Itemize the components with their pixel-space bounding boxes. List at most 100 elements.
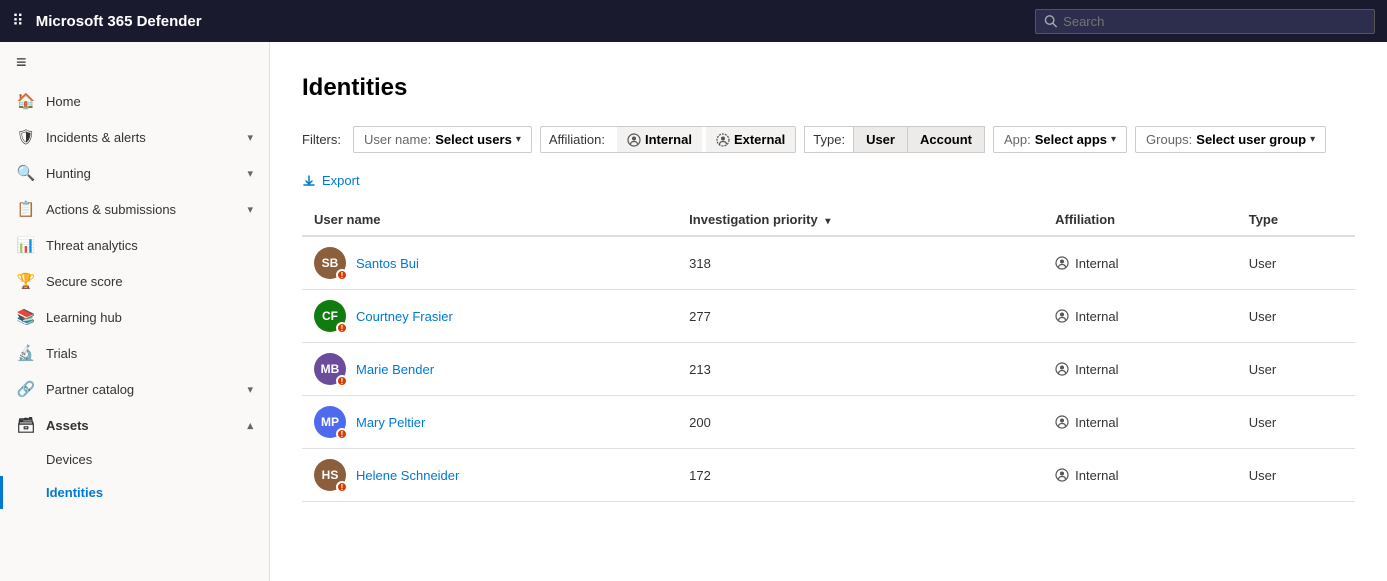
avatar: MP ! [314, 406, 346, 438]
cell-username: HS ! Helene Schneider [302, 449, 677, 502]
col-username: User name [302, 204, 677, 236]
sidebar: ≡ 🏠 Home 🛡 Incidents & alerts ▾ 🔍 Huntin… [0, 42, 270, 581]
type-account-btn[interactable]: Account [907, 126, 985, 153]
export-row: Export [302, 169, 1355, 192]
avatar: MB ! [314, 353, 346, 385]
user-name-link[interactable]: Helene Schneider [356, 468, 459, 483]
affiliation-cell: Internal [1055, 362, 1225, 377]
sidebar-label-learning: Learning hub [46, 310, 253, 325]
chevron-down-icon: ▾ [247, 383, 253, 396]
internal-icon [627, 133, 641, 147]
user-cell: CF ! Courtney Frasier [314, 300, 665, 332]
threat-icon: 📊 [16, 236, 36, 254]
internal-affiliation-icon [1055, 362, 1069, 376]
app-filter-label: App: [1004, 132, 1031, 147]
cell-username: SB ! Santos Bui [302, 236, 677, 290]
cell-affiliation: Internal [1043, 343, 1237, 396]
table-row[interactable]: SB ! Santos Bui 318 Internal User [302, 236, 1355, 290]
affiliation-cell: Internal [1055, 415, 1225, 430]
sidebar-item-home[interactable]: 🏠 Home [0, 83, 269, 119]
groups-filter[interactable]: Groups: Select user group ▾ [1135, 126, 1326, 153]
sidebar-item-identities[interactable]: Identities [0, 476, 269, 509]
affiliation-internal-toggle[interactable]: Internal [617, 127, 702, 152]
sidebar-label-incidents: Incidents & alerts [46, 130, 237, 145]
sidebar-item-assets[interactable]: 🗃 Assets ▴ [0, 407, 269, 443]
cell-username: MB ! Marie Bender [302, 343, 677, 396]
username-filter-label: User name: [364, 132, 431, 147]
cell-priority: 200 [677, 396, 1043, 449]
affiliation-value: Internal [1075, 309, 1118, 324]
table-row[interactable]: MP ! Mary Peltier 200 Internal User [302, 396, 1355, 449]
cell-priority: 277 [677, 290, 1043, 343]
cell-priority: 213 [677, 343, 1043, 396]
sidebar-item-actions[interactable]: 📋 Actions & submissions ▾ [0, 191, 269, 227]
alert-badge: ! [336, 375, 348, 387]
avatar: HS ! [314, 459, 346, 491]
type-user-btn[interactable]: User [853, 126, 907, 153]
sidebar-item-incidents[interactable]: 🛡 Incidents & alerts ▾ [0, 119, 269, 155]
partner-icon: 🔗 [16, 380, 36, 398]
learning-icon: 📚 [16, 308, 36, 326]
user-cell: HS ! Helene Schneider [314, 459, 665, 491]
sidebar-label-trials: Trials [46, 346, 253, 361]
groups-filter-label: Groups: [1146, 132, 1192, 147]
user-cell: SB ! Santos Bui [314, 247, 665, 279]
col-type: Type [1237, 204, 1355, 236]
cell-affiliation: Internal [1043, 236, 1237, 290]
grid-icon[interactable]: ⠿ [12, 11, 24, 31]
user-name-link[interactable]: Marie Bender [356, 362, 434, 377]
avatar: SB ! [314, 247, 346, 279]
sidebar-item-devices[interactable]: Devices [0, 443, 269, 476]
table-row[interactable]: CF ! Courtney Frasier 277 Internal User [302, 290, 1355, 343]
cell-username: CF ! Courtney Frasier [302, 290, 677, 343]
table-row[interactable]: MB ! Marie Bender 213 Internal User [302, 343, 1355, 396]
affiliation-external-label: External [734, 132, 785, 147]
username-filter[interactable]: User name: Select users ▾ [353, 126, 532, 153]
affiliation-internal-label: Internal [645, 132, 692, 147]
cell-type: User [1237, 343, 1355, 396]
internal-affiliation-icon [1055, 415, 1069, 429]
user-name-link[interactable]: Mary Peltier [356, 415, 425, 430]
alert-badge: ! [336, 428, 348, 440]
export-button[interactable]: Export [302, 169, 360, 192]
search-box[interactable] [1035, 9, 1375, 34]
shield-icon: 🛡 [16, 128, 36, 146]
home-icon: 🏠 [16, 92, 36, 110]
export-label: Export [322, 173, 360, 188]
sidebar-label-hunting: Hunting [46, 166, 237, 181]
app-filter[interactable]: App: Select apps ▾ [993, 126, 1127, 153]
sidebar-label-partner: Partner catalog [46, 382, 237, 397]
affiliation-value: Internal [1075, 256, 1118, 271]
cell-username: MP ! Mary Peltier [302, 396, 677, 449]
user-name-link[interactable]: Santos Bui [356, 256, 419, 271]
app-layout: ≡ 🏠 Home 🛡 Incidents & alerts ▾ 🔍 Huntin… [0, 42, 1387, 581]
sidebar-toggle[interactable]: ≡ [0, 42, 269, 83]
groups-filter-value: Select user group [1196, 132, 1306, 147]
internal-affiliation-icon [1055, 256, 1069, 270]
affiliation-label: Affiliation: [541, 127, 613, 152]
affiliation-external-toggle[interactable]: External [706, 127, 795, 152]
app-filter-value: Select apps [1035, 132, 1107, 147]
sidebar-item-trials[interactable]: 🔬 Trials [0, 335, 269, 371]
sidebar-label-home: Home [46, 94, 253, 109]
user-cell: MP ! Mary Peltier [314, 406, 665, 438]
chevron-up-icon: ▴ [247, 419, 253, 432]
page-title: Identities [302, 74, 1355, 102]
table-row[interactable]: HS ! Helene Schneider 172 Internal User [302, 449, 1355, 502]
actions-icon: 📋 [16, 200, 36, 218]
cell-affiliation: Internal [1043, 396, 1237, 449]
sidebar-item-threat[interactable]: 📊 Threat analytics [0, 227, 269, 263]
internal-affiliation-icon [1055, 309, 1069, 323]
assets-icon: 🗃 [16, 416, 36, 434]
sidebar-item-secure[interactable]: 🏆 Secure score [0, 263, 269, 299]
sidebar-label-threat: Threat analytics [46, 238, 253, 253]
chevron-down-icon: ▾ [247, 131, 253, 144]
search-input[interactable] [1063, 14, 1366, 29]
filters-label: Filters: [302, 132, 341, 147]
sidebar-item-learning[interactable]: 📚 Learning hub [0, 299, 269, 335]
user-name-link[interactable]: Courtney Frasier [356, 309, 453, 324]
sidebar-item-hunting[interactable]: 🔍 Hunting ▾ [0, 155, 269, 191]
col-priority[interactable]: Investigation priority ▾ [677, 204, 1043, 236]
sidebar-item-partner[interactable]: 🔗 Partner catalog ▾ [0, 371, 269, 407]
type-filter-group: Type: User Account [804, 126, 985, 153]
